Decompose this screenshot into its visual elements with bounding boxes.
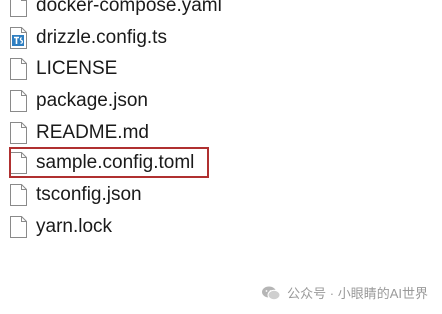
typescript-file-icon: [10, 27, 27, 49]
explorer-window: docker-compose.yaml drizzle.config.ts LI…: [0, 0, 442, 314]
file-name: drizzle.config.ts: [36, 27, 167, 48]
watermark-text: 公众号 · 小眼睛的AI世界: [287, 286, 428, 301]
document-icon: [10, 122, 27, 144]
document-icon: [10, 90, 27, 112]
watermark: 公众号 · 小眼睛的AI世界: [261, 283, 428, 302]
document-icon: [10, 184, 27, 206]
document-icon: [10, 0, 27, 17]
file-name: package.json: [36, 90, 148, 111]
file-name: sample.config.toml: [36, 152, 195, 173]
wechat-icon: [261, 285, 281, 301]
file-name: LICENSE: [36, 58, 118, 79]
document-icon: [10, 152, 27, 174]
file-name: docker-compose.yaml: [36, 0, 222, 16]
file-name: yarn.lock: [36, 216, 113, 237]
file-name: tsconfig.json: [36, 184, 142, 205]
document-icon: [10, 58, 27, 80]
document-icon: [10, 216, 27, 238]
file-name: README.md: [36, 122, 149, 143]
